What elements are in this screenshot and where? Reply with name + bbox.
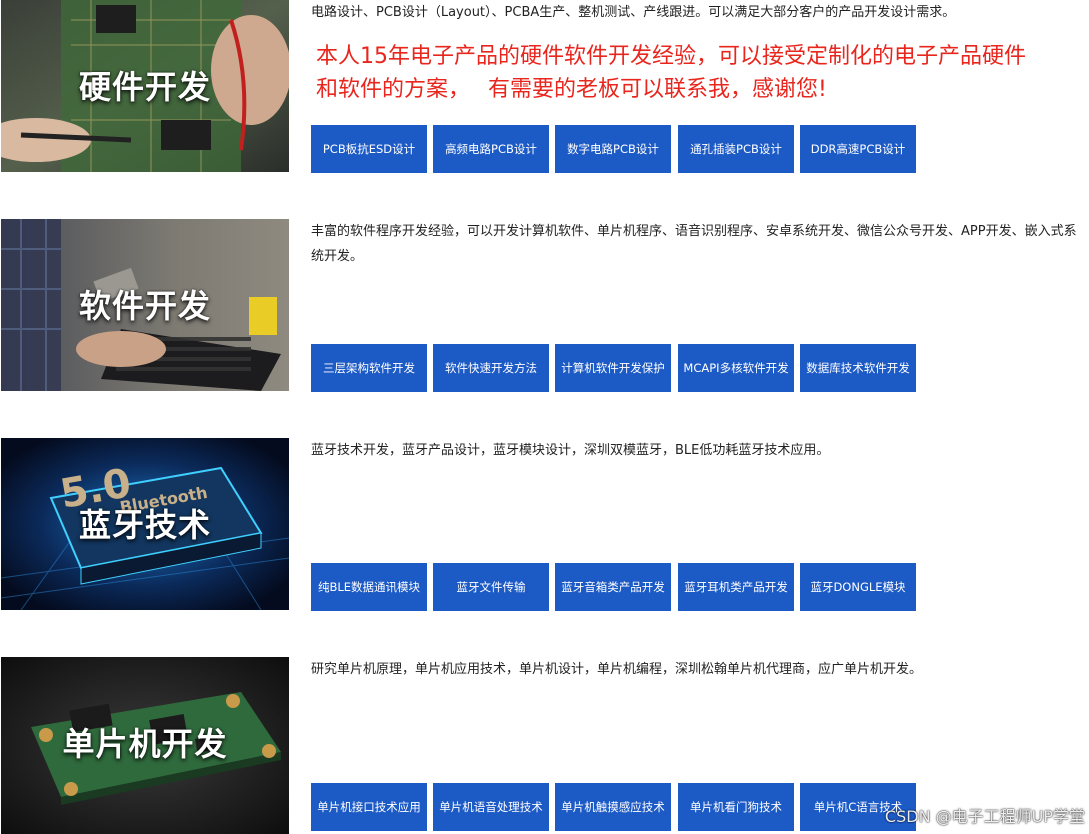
software-image: 软件开发 (1, 219, 289, 391)
btn-ble-module[interactable]: 纯BLE数据通讯模块 (311, 563, 427, 611)
highlight-line-1: 本人15年电子产品的硬件软件开发经验，可以接受定制化的电子产品硬件 (316, 44, 1026, 69)
btn-pcb-esd[interactable]: PCB板抗ESD设计 (311, 125, 427, 173)
btn-ddr-pcb[interactable]: DDR高速PCB设计 (800, 125, 916, 173)
software-description: 丰富的软件程序开发经验，可以开发计算机软件、单片机程序、语音识别程序、安卓系统开… (311, 224, 1077, 264)
btn-through-hole-pcb[interactable]: 通孔插装PCB设计 (678, 125, 794, 173)
section-software: 软件开发 丰富的软件程序开发经验，可以开发计算机软件、单片机程序、语音识别程序、… (0, 219, 1089, 419)
contact-highlight: 本人15年电子产品的硬件软件开发经验，可以接受定制化的电子产品硬件 和软件的方案… (316, 40, 1089, 106)
btn-mcu-watchdog[interactable]: 单片机看门狗技术 (678, 783, 794, 831)
btn-mcu-voice[interactable]: 单片机语音处理技术 (433, 783, 549, 831)
btn-bt-earphone[interactable]: 蓝牙耳机类产品开发 (678, 563, 794, 611)
btn-mcapi-multicore[interactable]: MCAPI多核软件开发 (678, 344, 794, 392)
btn-database-dev[interactable]: 数据库技术软件开发 (800, 344, 916, 392)
bluetooth-description: 蓝牙技术开发，蓝牙产品设计，蓝牙模块设计，深圳双模蓝牙，BLE低功耗蓝牙技术应用… (311, 443, 830, 458)
mcu-title: 单片机开发 (62, 725, 228, 763)
btn-software-protection[interactable]: 计算机软件开发保护 (555, 344, 671, 392)
btn-mcu-touch[interactable]: 单片机触摸感应技术 (555, 783, 671, 831)
csdn-watermark: CSDN @电子工程师UP学堂 (884, 807, 1085, 826)
mcu-image: 单片机开发 (1, 657, 289, 834)
btn-rapid-dev[interactable]: 软件快速开发方法 (433, 344, 549, 392)
hardware-image: 硬件开发 (1, 0, 289, 172)
btn-three-tier[interactable]: 三层架构软件开发 (311, 344, 427, 392)
btn-bt-speaker[interactable]: 蓝牙音箱类产品开发 (555, 563, 671, 611)
bluetooth-title: 蓝牙技术 (78, 506, 211, 544)
section-hardware: 硬件开发 电路设计、PCB设计（Layout）、PCBA生产、整机测试、产线跟进… (0, 0, 1089, 200)
bluetooth-image: 5.0 Bluetooth 蓝牙技术 (1, 438, 289, 610)
software-title: 软件开发 (78, 287, 211, 325)
highlight-line-2: 和软件的方案， 有需要的老板可以联系我，感谢您! (316, 77, 827, 102)
btn-mcu-interface[interactable]: 单片机接口技术应用 (311, 783, 427, 831)
hardware-description: 电路设计、PCB设计（Layout）、PCBA生产、整机测试、产线跟进。可以满足… (311, 5, 956, 20)
btn-bt-dongle[interactable]: 蓝牙DONGLE模块 (800, 563, 916, 611)
btn-bt-file-transfer[interactable]: 蓝牙文件传输 (433, 563, 549, 611)
mcu-description: 研究单片机原理，单片机应用技术，单片机设计，单片机编程，深圳松翰单片机代理商，应… (311, 662, 923, 677)
service-list-page: 硬件开发 电路设计、PCB设计（Layout）、PCBA生产、整机测试、产线跟进… (0, 0, 1089, 834)
btn-hf-pcb[interactable]: 高频电路PCB设计 (433, 125, 549, 173)
btn-digital-pcb[interactable]: 数字电路PCB设计 (555, 125, 671, 173)
hardware-title: 硬件开发 (78, 68, 211, 106)
section-bluetooth: 5.0 Bluetooth 蓝牙技术 蓝牙技术开发，蓝牙产品设计，蓝牙模块设计，… (0, 438, 1089, 638)
